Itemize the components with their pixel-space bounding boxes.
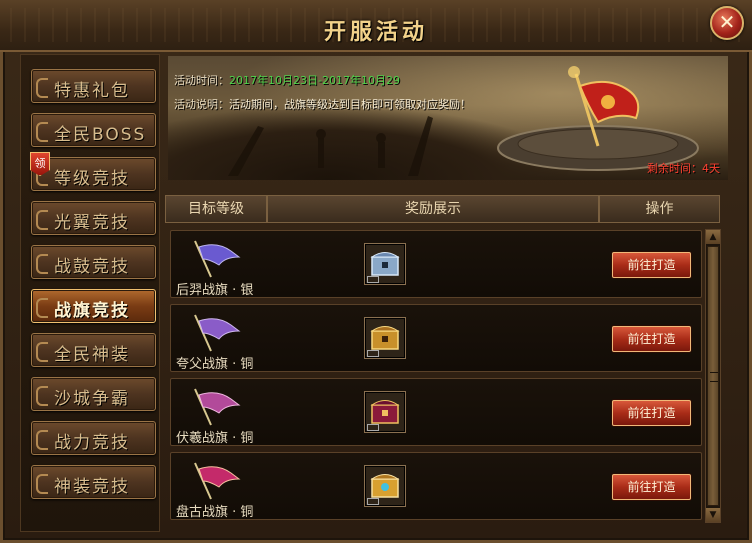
banner-name: 后羿战旗 · 银 [176, 283, 254, 298]
remaining-time-label: 剩余时间： [647, 162, 702, 175]
sidebar-item-wing-contest[interactable]: 光翼竞技 [31, 201, 156, 235]
ornament-icon [36, 474, 48, 494]
column-reward-display: 奖励展示 [267, 195, 599, 223]
sidebar-item-level-contest[interactable]: 等级竞技 领 [30, 152, 156, 191]
banner-name: 夸父战旗 · 铜 [176, 357, 254, 372]
ornament-icon [36, 122, 48, 142]
event-description-label: 活动说明： [174, 98, 229, 111]
sidebar-item-label: 神装竞技 [54, 477, 130, 497]
sidebar-item-banner-contest[interactable]: 战旗竞技 [31, 289, 156, 323]
sidebar-item-gear-contest[interactable]: 神装竞技 [31, 465, 156, 499]
item-tag-icon [367, 350, 379, 357]
table-row: 后羿战旗 · 银 前往打造 [170, 230, 702, 298]
warrior-silhouettes [228, 116, 433, 176]
item-tag-icon [367, 498, 379, 505]
item-tag-icon [367, 276, 379, 283]
table-row: 夸父战旗 · 铜 前往打造 [170, 304, 702, 372]
sidebar-item-power-contest[interactable]: 战力竞技 [31, 421, 156, 455]
sidebar-item-label: 战旗竞技 [54, 301, 130, 321]
ornament-icon [36, 78, 48, 98]
event-description-value: 活动期间，战旗等级达到目标即可领取对应奖励！ [229, 98, 471, 111]
reward-slot[interactable] [364, 243, 406, 285]
go-forge-button[interactable]: 前往打造 [612, 400, 691, 426]
claim-badge-label: 领 [34, 157, 46, 170]
sidebar-item-all-boss[interactable]: 全民BOSS [31, 113, 156, 147]
event-description: 活动说明：活动期间，战旗等级达到目标即可领取对应奖励！ [174, 96, 471, 112]
close-button[interactable]: ✕ [710, 6, 744, 40]
table-row: 盘古战旗 · 铜 前往打造 [170, 452, 702, 520]
window-title: 开服活动 [323, 19, 428, 45]
title-bar: 开服活动 [0, 0, 752, 52]
sidebar-item-special-gift[interactable]: 特惠礼包 [31, 69, 156, 103]
sidebar-item-label: 战力竞技 [54, 433, 130, 453]
banner-flag-icon [194, 240, 241, 278]
event-window: 开服活动 ✕ 特惠礼包 全民BOSS 等级竞技 领 光翼竞技 战鼓竞技 战旗竞技… [0, 0, 752, 543]
banner-flag-icon [194, 388, 241, 426]
sidebar-item-label: 战鼓竞技 [54, 257, 130, 277]
sidebar-item-all-gear[interactable]: 全民神装 [31, 333, 156, 367]
go-forge-button[interactable]: 前往打造 [612, 326, 691, 352]
banner-flag-icon [194, 314, 241, 352]
banner-name: 盘古战旗 · 铜 [176, 505, 254, 520]
scroll-up-arrow-icon[interactable]: ▲ [706, 230, 720, 244]
go-forge-button[interactable]: 前往打造 [612, 474, 691, 500]
sidebar-item-label: 光翼竞技 [54, 213, 130, 233]
remaining-time-value: 4天 [702, 162, 720, 175]
reward-slot[interactable] [364, 391, 406, 433]
sidebar-item-label: 全民神装 [54, 345, 130, 365]
reward-slot[interactable] [364, 465, 406, 507]
column-action: 操作 [599, 195, 720, 223]
scrollbar[interactable]: ▲ ▼ [705, 229, 721, 523]
scrollbar-thumb[interactable] [707, 246, 719, 506]
ornament-icon [36, 430, 48, 450]
banner-flag-icon [194, 462, 241, 500]
sidebar-item-label: 沙城争霸 [54, 389, 130, 409]
reward-slot[interactable] [364, 317, 406, 359]
item-tag-icon [367, 424, 379, 431]
sidebar-item-castle-war[interactable]: 沙城争霸 [31, 377, 156, 411]
ornament-icon [36, 254, 48, 274]
banner-name: 伏羲战旗 · 铜 [176, 431, 254, 446]
sidebar-item-label: 等级竞技 [54, 169, 130, 189]
event-time-label: 活动时间： [174, 74, 229, 87]
event-banner: 活动时间：2017年10月23日-2017年10月29 活动说明：活动期间，战旗… [168, 56, 728, 180]
ornament-icon [36, 342, 48, 362]
sidebar-item-label: 特惠礼包 [54, 81, 130, 101]
ornament-icon [36, 210, 48, 230]
grip-icon [710, 372, 718, 382]
sidebar-item-drum-contest[interactable]: 战鼓竞技 [31, 245, 156, 279]
event-time-value: 2017年10月23日-2017年10月29 [229, 74, 400, 87]
sidebar-item-label: 全民BOSS [54, 125, 147, 145]
table-row: 伏羲战旗 · 铜 前往打造 [170, 378, 702, 446]
column-target-level: 目标等级 [165, 195, 267, 223]
reward-table-header: 目标等级 奖励展示 操作 [165, 195, 720, 225]
ornament-icon [36, 298, 48, 318]
ornament-icon [36, 386, 48, 406]
close-icon: ✕ [718, 10, 736, 34]
event-time: 活动时间：2017年10月23日-2017年10月29 [174, 72, 400, 88]
scroll-down-arrow-icon[interactable]: ▼ [706, 508, 720, 522]
sidebar: 特惠礼包 全民BOSS 等级竞技 领 光翼竞技 战鼓竞技 战旗竞技 全民神装 沙… [20, 54, 160, 532]
remaining-time: 剩余时间：4天 [647, 160, 720, 176]
go-forge-button[interactable]: 前往打造 [612, 252, 691, 278]
